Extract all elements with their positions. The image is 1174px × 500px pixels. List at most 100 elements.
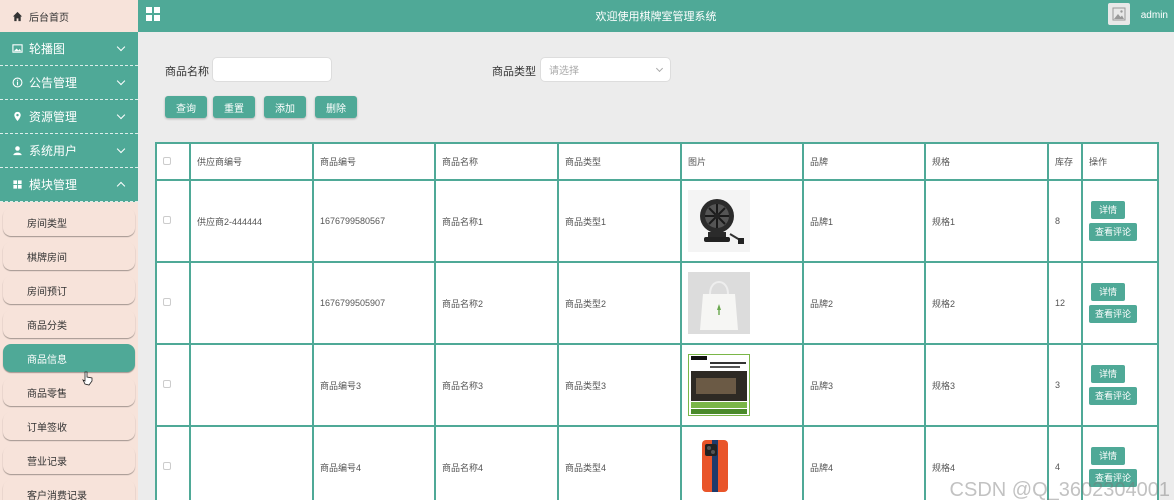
sidebar-item-room-type[interactable]: 房间类型 [3, 208, 135, 236]
sidebar-home-label: 后台首页 [29, 12, 69, 24]
row-select-cell[interactable] [155, 425, 191, 500]
spec-cell: 规格1 [924, 179, 1049, 263]
sidebar-home-link[interactable]: 后台首页 [0, 0, 138, 32]
sidebar-item-customer-spending[interactable]: 客户消费记录 [3, 480, 135, 500]
row-select-cell[interactable] [155, 261, 191, 345]
sidebar-group-resources[interactable]: 资源管理 [0, 100, 138, 134]
sidebar-item-label: 商品零售 [27, 388, 67, 400]
column-header: 操作 [1081, 142, 1159, 181]
chevron-down-icon [116, 42, 126, 52]
product-code-cell: 商品编号3 [312, 343, 436, 427]
chevron-down-icon [116, 76, 126, 86]
sidebar-group-label: 系统用户 [29, 144, 78, 158]
product-type-cell: 商品类型1 [557, 179, 682, 263]
brand-cell: 品牌1 [802, 179, 926, 263]
table-header-row: 供应商编号 商品编号 商品名称 商品类型 图片 品牌 规格 库存 操作 [155, 142, 1159, 181]
view-reviews-button[interactable]: 查看评论 [1089, 387, 1137, 405]
product-type-placeholder: 请选择 [549, 66, 579, 77]
table-row: 1676799505907 商品名称2 商品类型2 品牌2 规格2 12 详情 … [155, 261, 1159, 345]
detail-button[interactable]: 详情 [1091, 201, 1125, 219]
sidebar-group-label: 公告管理 [29, 76, 78, 90]
view-reviews-button[interactable]: 查看评论 [1089, 305, 1137, 323]
product-name-cell: 商品名称1 [434, 179, 559, 263]
detail-button[interactable]: 详情 [1091, 447, 1125, 465]
sidebar-item-label: 客户消费记录 [27, 490, 87, 500]
image-icon [12, 44, 23, 53]
spec-cell: 规格3 [924, 343, 1049, 427]
column-header: 规格 [924, 142, 1049, 181]
product-type-cell: 商品类型4 [557, 425, 682, 500]
sidebar-item-product-info[interactable]: 商品信息 [3, 344, 135, 372]
sidebar-group-label: 模块管理 [29, 178, 78, 192]
row-checkbox[interactable] [163, 380, 171, 388]
delete-button[interactable]: 删除 [315, 96, 357, 118]
sidebar: 后台首页 轮播图 公告管理 资源管理 系统用户 模块管理 房间类型 棋牌房间 房… [0, 0, 138, 500]
product-type-cell: 商品类型2 [557, 261, 682, 345]
sidebar-item-product-category[interactable]: 商品分类 [3, 310, 135, 338]
chevron-down-icon [116, 144, 126, 154]
user-icon [13, 146, 22, 156]
query-button[interactable]: 查询 [165, 96, 207, 118]
select-all-cell[interactable] [155, 142, 191, 181]
supplier-cell [189, 425, 314, 500]
brand-cell: 品牌2 [802, 261, 926, 345]
mouse-cursor-icon [82, 371, 93, 386]
product-code-cell: 1676799505907 [312, 261, 436, 345]
detail-button[interactable]: 详情 [1091, 365, 1125, 383]
sidebar-group-carousel[interactable]: 轮播图 [0, 32, 138, 66]
column-header: 商品编号 [312, 142, 436, 181]
detail-button[interactable]: 详情 [1091, 283, 1125, 301]
image-cell [680, 425, 804, 500]
product-table: 供应商编号 商品编号 商品名称 商品类型 图片 品牌 规格 库存 操作 供应商2… [155, 142, 1159, 500]
supplier-cell [189, 343, 314, 427]
product-name-input[interactable] [212, 57, 332, 82]
sidebar-item-order-signoff[interactable]: 订单签收 [3, 412, 135, 440]
row-select-cell[interactable] [155, 343, 191, 427]
chevron-down-icon [116, 110, 126, 120]
image-cell [680, 179, 804, 263]
actions-cell: 详情 查看评论 [1081, 179, 1159, 263]
row-select-cell[interactable] [155, 179, 191, 263]
product-type-cell: 商品类型3 [557, 343, 682, 427]
sidebar-group-label: 轮播图 [29, 42, 66, 56]
sidebar-item-label: 订单签收 [27, 422, 67, 434]
sidebar-group-notices[interactable]: 公告管理 [0, 66, 138, 100]
product-name-cell: 商品名称4 [434, 425, 559, 500]
column-header: 商品类型 [557, 142, 682, 181]
product-image-sony-tv-box [688, 354, 750, 416]
sidebar-item-label: 商品分类 [27, 320, 67, 332]
supplier-cell [189, 261, 314, 345]
username-label[interactable]: admin [1141, 10, 1168, 21]
home-icon [12, 11, 23, 21]
table-row: 供应商2-444444 1676799580567 商品名称1 商品类型1 品牌… [155, 179, 1159, 263]
sidebar-group-system-users[interactable]: 系统用户 [0, 134, 138, 168]
brand-cell: 品牌3 [802, 343, 926, 427]
brand-cell: 品牌4 [802, 425, 926, 500]
sidebar-item-rooms[interactable]: 棋牌房间 [3, 242, 135, 270]
sidebar-item-label: 商品信息 [27, 354, 67, 366]
product-type-select[interactable]: 请选择 [540, 57, 671, 82]
reset-button[interactable]: 重置 [213, 96, 255, 118]
chevron-up-icon [116, 181, 126, 191]
top-header: 欢迎使用棋牌室管理系统 admin [138, 0, 1174, 32]
spec-cell: 规格2 [924, 261, 1049, 345]
row-checkbox[interactable] [163, 298, 171, 306]
image-cell [680, 261, 804, 345]
grid-icon [13, 180, 22, 189]
sidebar-group-modules[interactable]: 模块管理 [0, 168, 138, 202]
column-header: 商品名称 [434, 142, 559, 181]
sidebar-item-business-records[interactable]: 营业记录 [3, 446, 135, 474]
column-header: 库存 [1047, 142, 1083, 181]
avatar[interactable] [1108, 3, 1130, 25]
stock-cell: 12 [1047, 261, 1083, 345]
sidebar-item-label: 房间类型 [27, 218, 67, 230]
view-reviews-button[interactable]: 查看评论 [1089, 223, 1137, 241]
select-all-checkbox[interactable] [163, 156, 171, 165]
sidebar-item-product-retail[interactable]: 商品零售 [3, 378, 135, 406]
sidebar-item-room-booking[interactable]: 房间预订 [3, 276, 135, 304]
add-button[interactable]: 添加 [264, 96, 306, 118]
row-checkbox[interactable] [163, 462, 171, 470]
chevron-down-icon [655, 64, 664, 73]
avatar-image-icon [1112, 7, 1126, 21]
row-checkbox[interactable] [163, 216, 171, 224]
